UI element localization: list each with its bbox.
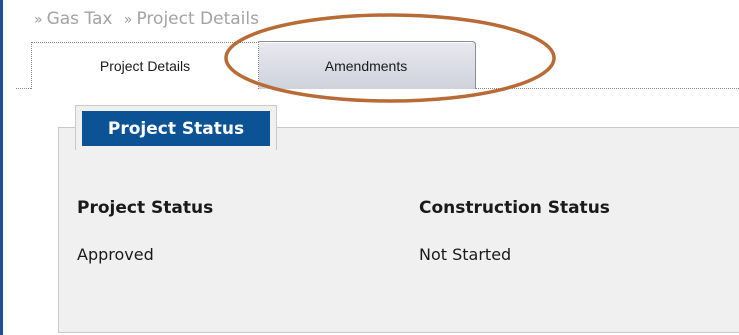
construction-status-label: Construction Status [419,198,610,218]
tab-project-details[interactable]: Project Details [31,42,259,89]
section-tab: Project Status [75,105,277,150]
breadcrumb-item-project-details: Project Details [136,9,259,29]
project-status-panel [58,127,739,333]
construction-status-value: Not Started [419,245,512,264]
tab-project-details-label: Project Details [99,58,191,74]
tab-amendments-label: Amendments [324,57,408,74]
project-status-label: Project Status [77,198,214,218]
project-status-value: Approved [77,245,154,264]
left-edge-rule [0,0,3,335]
breadcrumb-separator: » [34,12,43,28]
breadcrumb-item-gas-tax[interactable]: Gas Tax [47,9,113,29]
breadcrumb-separator: » [123,12,133,28]
breadcrumb: » Gas Tax » Project Details [34,9,265,29]
tab-amendments[interactable]: Amendments [256,41,476,89]
section-title: Project Status [82,111,270,146]
